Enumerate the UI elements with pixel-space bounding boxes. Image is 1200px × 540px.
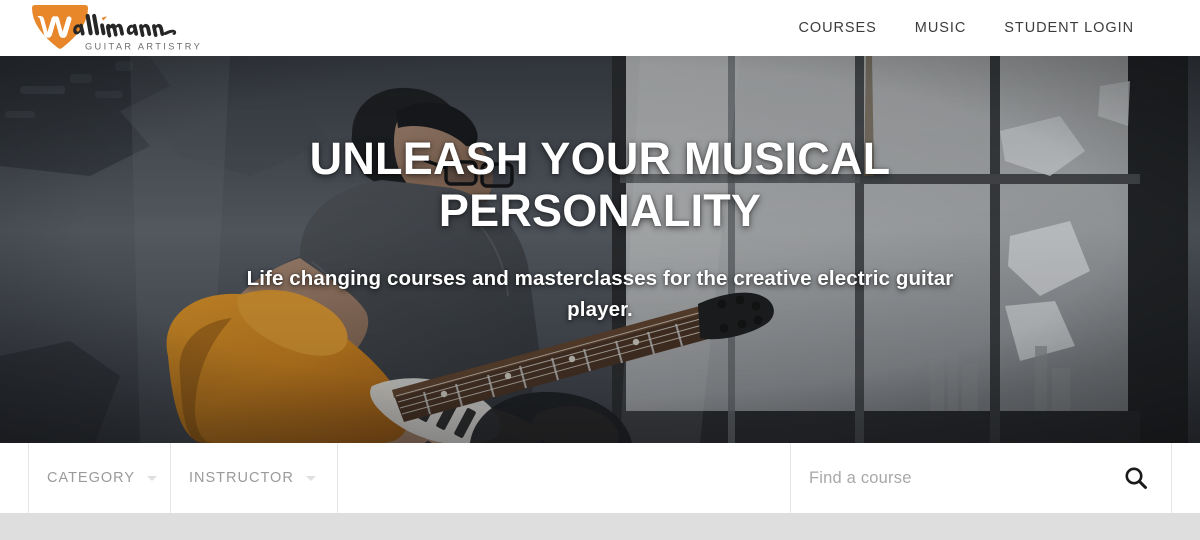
filter-bar-left-gutter <box>0 443 28 513</box>
search-input-placeholder[interactable]: Find a course <box>809 469 912 488</box>
brand-tagline: GUITAR ARTISTRY <box>85 42 202 52</box>
nav-item-student-login[interactable]: STUDENT LOGIN <box>1004 20 1134 36</box>
hero-headline: UNLEASH YOUR MUSICAL PERSONALITY <box>309 132 891 236</box>
main-navigation: COURSES MUSIC STUDENT LOGIN <box>798 0 1134 56</box>
nav-item-music[interactable]: MUSIC <box>915 20 966 36</box>
hero-subheadline: Life changing courses and masterclasses … <box>246 266 954 321</box>
filter-bar-right-gutter <box>1172 443 1200 513</box>
category-filter-label: CATEGORY <box>47 470 136 486</box>
page-bottom-strip <box>0 513 1200 540</box>
brand-logo[interactable]: GUITAR ARTISTRY <box>22 2 212 54</box>
filter-bar-spacer <box>337 443 790 513</box>
chevron-down-icon <box>305 475 316 481</box>
nav-item-courses[interactable]: COURSES <box>798 20 876 36</box>
instructor-filter-label: INSTRUCTOR <box>189 470 294 486</box>
course-search-field[interactable]: Find a course <box>790 443 1172 513</box>
category-filter-dropdown[interactable]: CATEGORY <box>28 443 170 513</box>
site-header: GUITAR ARTISTRY COURSES MUSIC STUDENT LO… <box>0 0 1200 56</box>
hero-banner: UNLEASH YOUR MUSICAL PERSONALITY Life ch… <box>0 56 1200 443</box>
hero-content: UNLEASH YOUR MUSICAL PERSONALITY Life ch… <box>0 56 1200 443</box>
guitar-pick-logo-icon: GUITAR ARTISTRY <box>32 5 202 52</box>
course-filter-bar: CATEGORY INSTRUCTOR Find a course <box>0 443 1200 513</box>
instructor-filter-dropdown[interactable]: INSTRUCTOR <box>170 443 337 513</box>
search-icon[interactable] <box>1123 465 1149 491</box>
chevron-down-icon <box>147 475 158 481</box>
